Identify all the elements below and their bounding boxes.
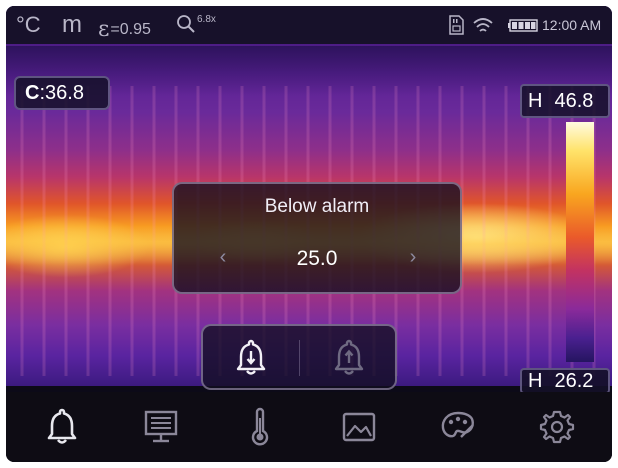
gallery-tool-button[interactable] [329,399,389,455]
display-tool-button[interactable] [131,399,191,455]
emissivity-readout: ε=0.95 [98,15,151,42]
gear-icon [539,410,574,444]
battery-icon [508,19,538,32]
increase-arrow-button[interactable]: › [402,246,424,270]
bottom-toolbar [6,392,612,462]
zoom-readout: 6.8x [176,14,216,34]
high-temperature-readout: H 46.8 [520,84,610,118]
status-bar: °C m ε=0.95 6.8x 12:00 AM [6,6,612,44]
image-icon [342,412,375,442]
high-label: H [528,89,543,112]
bell-down-icon [236,339,266,375]
sd-card-icon [449,15,464,35]
center-label: C [25,81,40,104]
alarm-dialog: Below alarm ‹ 25.0 › [172,182,462,294]
alarm-mode-selector [201,324,397,390]
emissivity-value: =0.95 [110,21,151,38]
low-temperature-readout: H 26.2 [520,368,610,394]
center-value: :36.8 [39,81,84,104]
alarm-tool-button[interactable] [32,399,92,455]
bell-icon [47,408,76,444]
clock: 12:00 AM [542,17,602,33]
high-value: 46.8 [554,89,594,112]
magnifier-icon [177,15,195,33]
palette-icon [441,411,474,438]
zoom-value: 6.8x [197,14,216,25]
monitor-icon [144,410,177,443]
palette-tool-button[interactable] [428,399,488,455]
distance-unit: m [62,11,82,38]
wifi-icon [473,18,493,32]
alarm-title: Below alarm [264,196,370,217]
center-temperature-readout: C:36.8 [14,76,110,110]
emissivity-symbol: ε [98,17,110,42]
above-alarm-button[interactable] [327,336,371,380]
below-alarm-button[interactable] [229,336,273,380]
temperature-unit: °C [16,12,41,37]
thermometer-icon [251,407,268,446]
measurement-tool-button[interactable] [230,399,290,455]
settings-tool-button[interactable] [527,399,587,455]
low-label: H [528,370,543,392]
thermal-camera-screen: °C m ε=0.95 6.8x 12:00 AM C:36.8 H 46.8… [6,6,612,462]
low-value: 26.2 [554,370,594,392]
temperature-color-scale [566,122,594,362]
bell-up-icon [334,339,364,375]
